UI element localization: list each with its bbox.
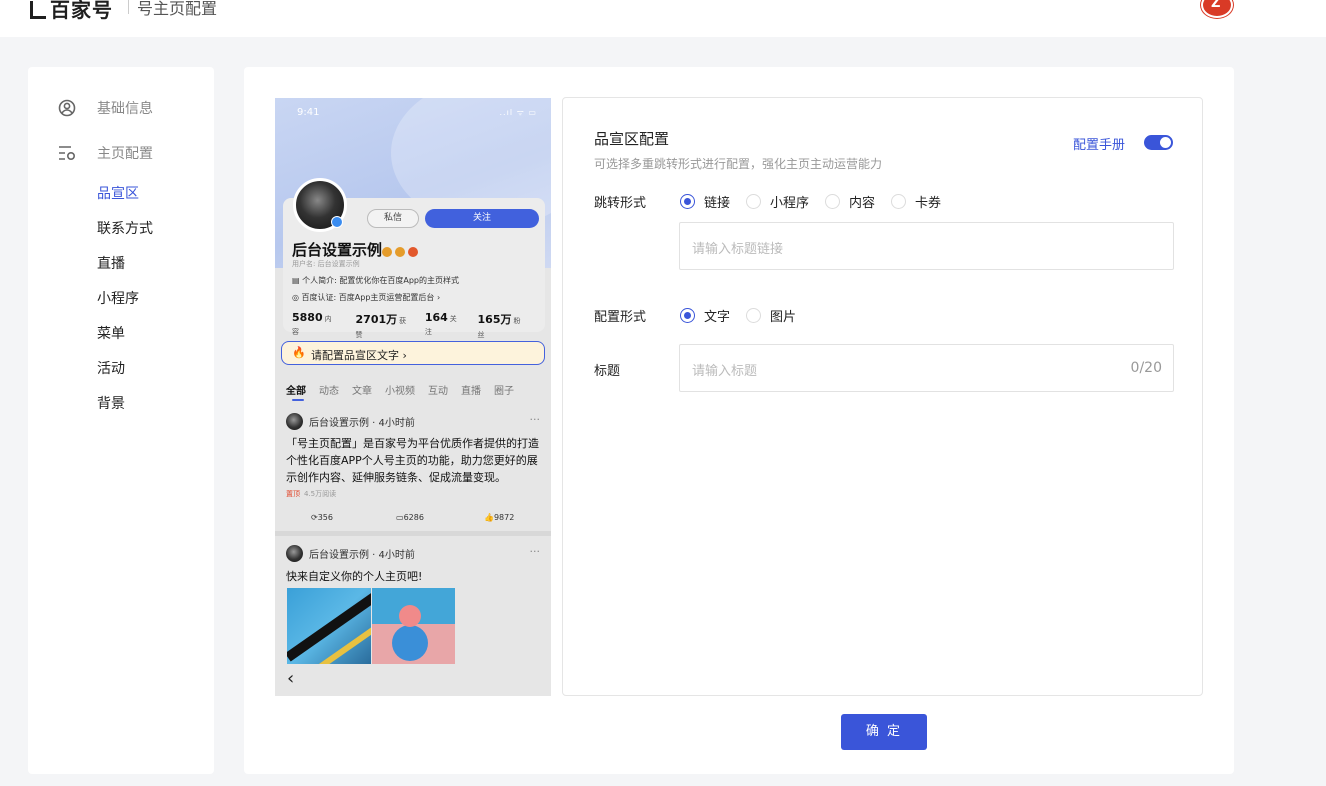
- title-input[interactable]: 请输入标题 0/20: [679, 344, 1174, 392]
- stat-fans: 165万 粉丝: [477, 313, 521, 339]
- sidebar-item-contact[interactable]: 联系方式: [97, 218, 153, 238]
- post-avatar: [286, 545, 303, 562]
- style-label: 配置形式: [594, 310, 647, 325]
- page-title: 号主页配置: [137, 0, 218, 18]
- form-subtitle: 可选择多重跳转形式进行配置，强化主页主动运营能力: [594, 157, 883, 171]
- sidebar-group-home[interactable]: 主页配置: [58, 143, 153, 163]
- more-icon[interactable]: ···: [530, 545, 541, 558]
- tab-short-video[interactable]: 小视频: [385, 386, 415, 397]
- brand-logo[interactable]: 百家号: [30, 0, 113, 23]
- radio-circle[interactable]: [680, 308, 695, 323]
- sidebar-item-background[interactable]: 背景: [97, 393, 125, 413]
- post-image[interactable]: [372, 588, 455, 664]
- profile-name: 后台设置示例: [292, 241, 383, 259]
- radio-circle[interactable]: [746, 308, 762, 323]
- badge-icon: [408, 247, 418, 257]
- post-author: 后台设置示例 · 4小时前: [286, 545, 415, 562]
- sidebar-item-brand-area[interactable]: 品宣区: [97, 183, 139, 203]
- sidebar-item-live[interactable]: 直播: [97, 253, 125, 273]
- profile-auth: ◎ 百度认证: 百度App主页运营配置后台 ›: [292, 293, 441, 302]
- config-toggle[interactable]: [1144, 135, 1173, 150]
- profile-stats: 5880 内容 2701万 获赞 164 关注 165万 粉丝: [292, 311, 542, 340]
- tab-circle[interactable]: 圈子: [494, 386, 514, 397]
- post-text: 快来自定义你的个人主页吧!: [286, 570, 423, 583]
- list-settings-icon: [59, 146, 76, 161]
- radio-content[interactable]: 内容: [825, 192, 875, 211]
- profile-tabs: 全部 动态 文章 小视频 互动 直播 圈子: [286, 382, 527, 397]
- link-input[interactable]: 请输入标题链接: [679, 222, 1174, 270]
- stat-following: 164 关注: [424, 311, 457, 336]
- post-meta: 置顶 4.5万阅读: [286, 490, 337, 498]
- form-title: 品宣区配置: [594, 130, 670, 148]
- brand-name: 百家号: [50, 0, 113, 22]
- post-divider: [275, 531, 551, 536]
- profile-badges: [382, 242, 421, 261]
- config-manual-link[interactable]: 配置手册: [1073, 134, 1125, 153]
- banner-text: 请配置品宣区文字 ›: [311, 349, 407, 362]
- radio-mini-program[interactable]: 小程序: [746, 192, 809, 211]
- sidebar-item-menu[interactable]: 菜单: [97, 323, 125, 343]
- radio-link[interactable]: 链接: [680, 192, 730, 211]
- radio-circle[interactable]: [825, 194, 841, 209]
- share-action[interactable]: ⟳ 356: [311, 513, 333, 522]
- like-action[interactable]: 👍 9872: [484, 513, 514, 522]
- tab-dynamic[interactable]: 动态: [319, 386, 339, 397]
- stat-likes: 2701万 获赞: [355, 313, 407, 339]
- back-arrow-icon[interactable]: ‹: [287, 668, 294, 689]
- post-author: 后台设置示例 · 4小时前: [286, 413, 415, 430]
- profile-intro: ▤ 个人简介: 配置优化你在百度App的主页样式: [292, 276, 459, 285]
- sidebar-item-activity[interactable]: 活动: [97, 358, 125, 378]
- follow-button[interactable]: 关注: [425, 209, 539, 228]
- user-circle-icon: [58, 99, 76, 117]
- header-separator: [128, 0, 129, 14]
- user-avatar[interactable]: Z: [1201, 0, 1233, 18]
- sidebar-group-label: 主页配置: [97, 146, 153, 162]
- title-label: 标题: [594, 364, 621, 379]
- sidebar: 基础信息 主页配置 品宣区 联系方式 直播 小程序 菜单 活动 背景: [28, 67, 214, 774]
- more-icon[interactable]: ···: [530, 413, 541, 426]
- jump-type-radios: 链接 小程序 内容 卡券: [680, 192, 957, 211]
- profile-username: 用户名: 后台设置示例: [292, 260, 360, 268]
- comment-action[interactable]: ▭ 6286: [396, 513, 424, 522]
- radio-circle[interactable]: [891, 194, 907, 209]
- top-header: 百家号 号主页配置 Z: [0, 0, 1326, 37]
- radio-coupon[interactable]: 卡券: [891, 192, 941, 211]
- tab-live[interactable]: 直播: [461, 386, 481, 397]
- active-tab-indicator: [292, 399, 304, 401]
- post-avatar: [286, 413, 303, 430]
- stat-content: 5880 内容: [292, 311, 332, 336]
- phone-preview: 9:41 ..ıl ᯤ ▭ 私信 关注 后台设置示例 用户名: 后台设置示例 ▤…: [275, 98, 551, 696]
- avatar-letter: Z: [1211, 0, 1221, 11]
- confirm-button[interactable]: 确 定: [841, 714, 927, 750]
- badge-icon: [395, 247, 405, 257]
- fire-icon: 🔥: [292, 346, 306, 359]
- verified-icon: [331, 216, 343, 228]
- radio-image[interactable]: 图片: [746, 306, 796, 325]
- post-text: 「号主页配置」是百家号为平台优质作者提供的打造个性化百度APP个人号主页的功能，…: [286, 437, 539, 484]
- tab-all[interactable]: 全部: [286, 386, 306, 397]
- status-time: 9:41: [297, 107, 320, 118]
- tab-interaction[interactable]: 互动: [428, 386, 448, 397]
- config-form: 品宣区配置 可选择多重跳转形式进行配置，强化主页主动运营能力 配置手册 跳转形式…: [562, 97, 1203, 696]
- logo-mark-icon: [30, 1, 46, 19]
- post-image[interactable]: [287, 588, 371, 664]
- status-icons: ..ıl ᯤ ▭: [499, 108, 537, 117]
- tab-article[interactable]: 文章: [352, 386, 372, 397]
- style-radios: 文字 图片: [680, 306, 812, 325]
- message-button[interactable]: 私信: [367, 209, 419, 228]
- brand-area-banner[interactable]: 🔥 请配置品宣区文字 ›: [281, 341, 545, 365]
- radio-text[interactable]: 文字: [680, 306, 730, 325]
- jump-type-label: 跳转形式: [594, 196, 647, 211]
- radio-circle[interactable]: [746, 194, 762, 209]
- radio-circle[interactable]: [680, 194, 695, 209]
- badge-icon: [382, 247, 392, 257]
- sidebar-group-label: 基础信息: [97, 101, 153, 117]
- sidebar-group-basic[interactable]: 基础信息: [58, 98, 153, 118]
- char-counter: 0/20: [1130, 360, 1162, 376]
- sidebar-item-mini-program[interactable]: 小程序: [97, 288, 139, 308]
